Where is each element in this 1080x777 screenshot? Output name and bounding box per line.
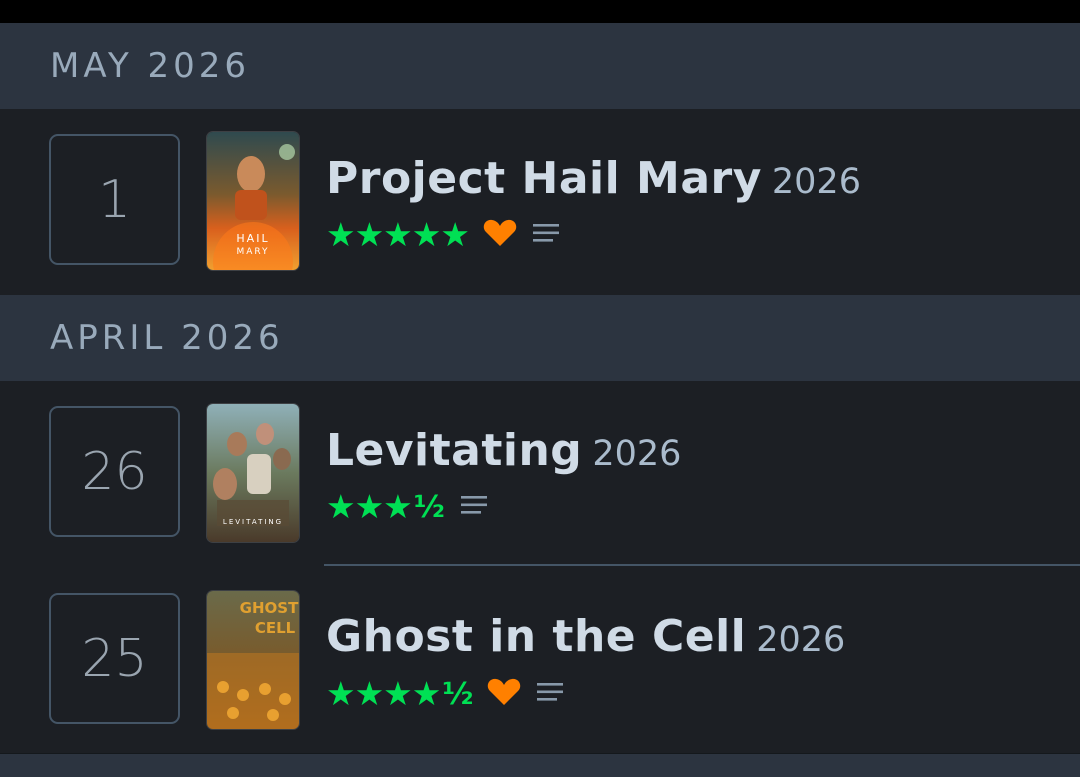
month-label: MAY 2026 — [50, 46, 251, 86]
month-header-april-2026: APRIL 2026 — [0, 295, 1080, 381]
review-lines-icon — [537, 680, 565, 708]
film-year[interactable]: 2026 — [592, 434, 681, 474]
star-rating: ★★★ — [326, 487, 413, 526]
title-line: Project Hail Mary 2026 — [326, 153, 861, 204]
next-month-header-edge — [0, 754, 1080, 777]
svg-text:CELL: CELL — [255, 619, 296, 637]
month-header-may-2026: MAY 2026 — [0, 23, 1080, 109]
review-lines-icon — [460, 493, 489, 521]
film-year[interactable]: 2026 — [772, 162, 861, 202]
film-title[interactable]: Ghost in the Cell — [326, 611, 746, 662]
diary-entry-levitating[interactable]: 26 LEVITATING Levitating 2026 ★★★ ½ — [0, 381, 1080, 567]
review-lines-icon — [532, 221, 561, 249]
day-box[interactable]: 25 — [49, 593, 180, 724]
half-star: ½ — [442, 676, 474, 712]
svg-text:HAIL: HAIL — [236, 232, 269, 245]
film-year[interactable]: 2026 — [756, 620, 845, 660]
poster-ghost-in-the-cell[interactable]: GHOST CELL — [207, 591, 299, 729]
poster-levitating[interactable]: LEVITATING — [207, 404, 299, 542]
day-box[interactable]: 26 — [49, 406, 180, 537]
status-bar-strip — [0, 0, 1080, 23]
heart-icon — [487, 677, 521, 711]
half-star: ½ — [413, 489, 445, 525]
film-title[interactable]: Project Hail Mary — [326, 153, 762, 204]
diary-entry-ghost-in-the-cell[interactable]: 25 GHOST CELL Ghost in the Cell 2026 ★★★… — [0, 567, 1080, 753]
star-rating: ★★★★ — [326, 674, 441, 713]
film-title[interactable]: Levitating — [326, 425, 582, 476]
svg-text:LEVITATING: LEVITATING — [223, 518, 283, 526]
title-line: Ghost in the Cell 2026 — [326, 611, 845, 662]
day-box[interactable]: 1 — [49, 134, 180, 265]
rating-row: ★★★ ½ — [326, 487, 489, 526]
star-rating: ★★★★★ — [326, 215, 470, 254]
rating-row: ★★★★★ — [326, 218, 561, 252]
rating-row: ★★★★ ½ — [326, 674, 565, 713]
heart-icon — [483, 218, 517, 252]
svg-text:MARY: MARY — [236, 247, 269, 257]
entry-divider — [324, 564, 1080, 566]
month-label: APRIL 2026 — [50, 318, 284, 358]
title-line: Levitating 2026 — [326, 425, 681, 476]
poster-project-hail-mary[interactable]: HAIL MARY — [207, 132, 299, 270]
svg-text:GHOST: GHOST — [240, 599, 299, 617]
diary-entry-project-hail-mary[interactable]: 1 HAIL MARY Project Hail Mary 2026 ★★★★★ — [0, 109, 1080, 295]
